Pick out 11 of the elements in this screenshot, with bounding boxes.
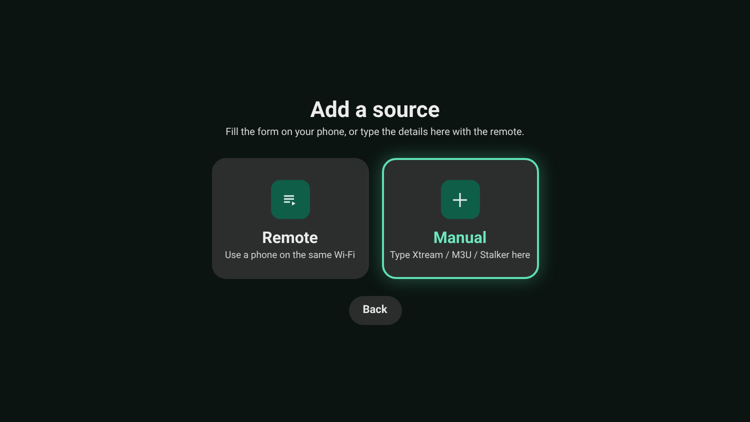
option-title: Remote [262,228,318,248]
page-subtitle: Fill the form on your phone, or type the details here with the remote. [226,126,524,140]
source-option-card[interactable]: Remote Use a phone on the same Wi-Fi [212,158,368,279]
playlist-icon [283,194,297,206]
back-button[interactable]: Back [348,296,402,325]
page-title: Add a source [310,97,440,125]
option-title: Manual [433,228,487,248]
option-description: Type Xtream / M3U / Stalker here [390,249,530,262]
plus-icon [453,192,467,206]
source-option-card[interactable]: Manual Type Xtream / M3U / Stalker here [382,158,538,279]
option-description: Use a phone on the same Wi-Fi [224,249,356,262]
